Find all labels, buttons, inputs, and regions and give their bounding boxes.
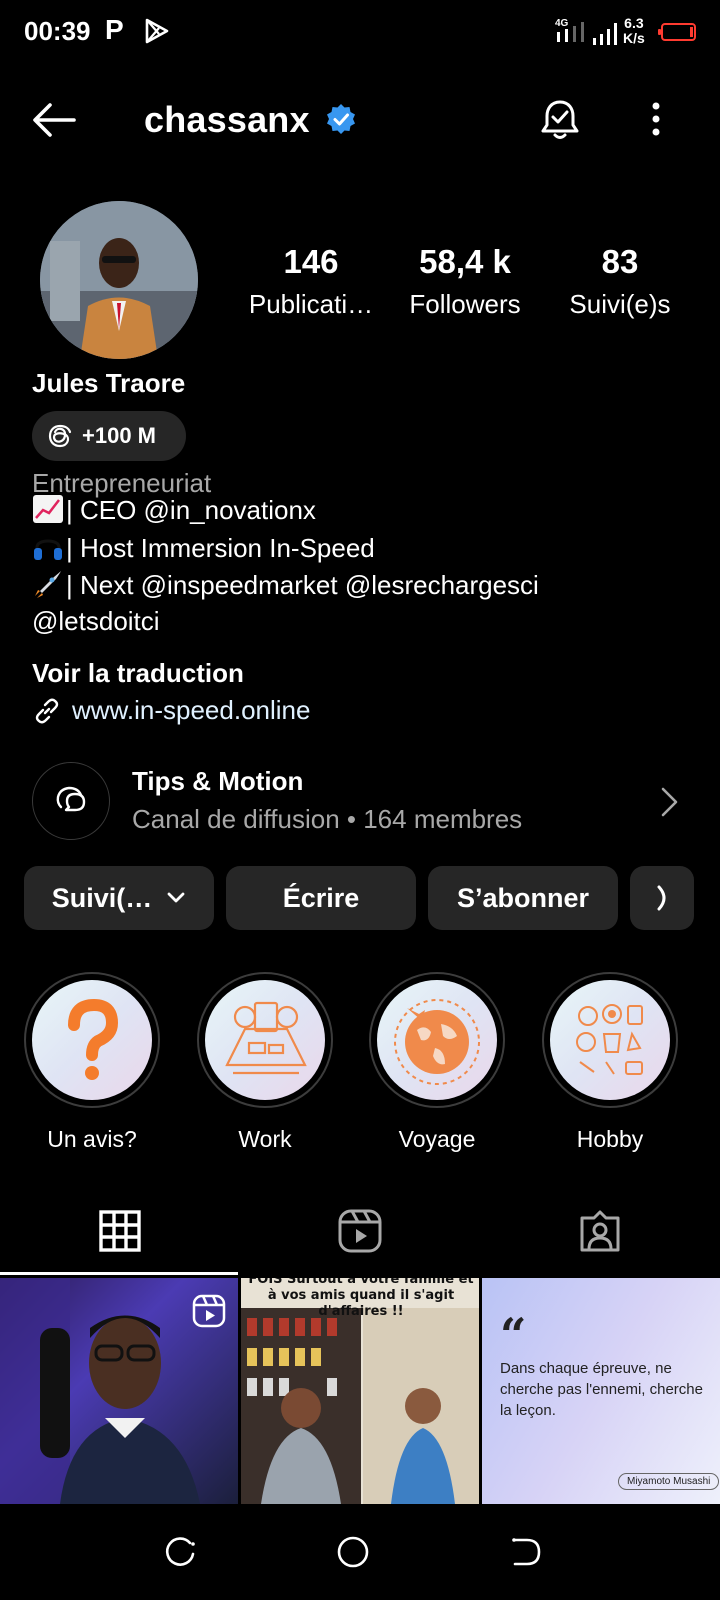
see-translation-link[interactable]: Voir la traduction bbox=[32, 658, 244, 689]
highlight-work[interactable]: Work bbox=[195, 972, 335, 1153]
profile-username: chassanx bbox=[144, 99, 310, 140]
message-button[interactable]: Écrire bbox=[226, 866, 416, 930]
profile-full-name: Jules Traore bbox=[32, 368, 186, 398]
threads-followers-text: +100 M bbox=[82, 423, 156, 448]
posts-count: 146 bbox=[283, 243, 339, 280]
signal-4g-icon: 4G bbox=[555, 18, 584, 42]
bio-line: | Next @inspeedmarket @lesrechargesci bbox=[32, 569, 539, 601]
reel-badge-icon bbox=[192, 1294, 226, 1328]
verified-badge-icon bbox=[327, 104, 355, 134]
stat-followers[interactable]: 58,4 k Followers bbox=[400, 243, 530, 320]
play-store-icon bbox=[145, 18, 169, 44]
reels-icon bbox=[338, 1209, 382, 1253]
status-bar: 00:39 P 4G 6.3 K/s bbox=[0, 0, 720, 66]
chevron-down-icon bbox=[167, 892, 185, 903]
following-dropdown-button[interactable]: Suivi(… bbox=[24, 866, 214, 930]
channel-subtitle: Canal de diffusion • 164 membres bbox=[132, 804, 523, 834]
highlight-label: Voyage bbox=[398, 1126, 476, 1152]
threads-badge[interactable]: +100 M bbox=[32, 411, 186, 461]
highlight-label: Un avis? bbox=[47, 1126, 137, 1152]
profile-website-link[interactable]: www.in-speed.online bbox=[32, 695, 310, 726]
parking-notification-icon: P bbox=[105, 14, 124, 45]
bio-line: | CEO @in_novationx bbox=[32, 494, 316, 526]
post-caption-overlay: FOIS Surtout à votre famille et à vos am… bbox=[248, 1278, 474, 1319]
stat-following[interactable]: 83 Suivi(e)s bbox=[555, 243, 685, 320]
highlight-un-avis[interactable]: Un avis? bbox=[22, 972, 162, 1153]
posts-label: Publicati… bbox=[248, 289, 374, 319]
question-mark-icon bbox=[68, 998, 119, 1080]
avatar-photo bbox=[40, 201, 198, 359]
bio-line: | Host Immersion In-Speed bbox=[32, 532, 375, 564]
highlight-label: Work bbox=[238, 1126, 292, 1152]
profile-tabs bbox=[0, 1188, 720, 1275]
recent-apps-icon[interactable] bbox=[163, 1534, 199, 1570]
battery-icon bbox=[658, 23, 696, 41]
active-tab-indicator bbox=[0, 1272, 238, 1275]
back-button-icon[interactable] bbox=[507, 1534, 543, 1570]
more-options-icon[interactable] bbox=[640, 100, 672, 140]
stat-posts[interactable]: 146 Publicati… bbox=[246, 243, 376, 320]
chart-emoji-icon bbox=[33, 495, 63, 523]
suggested-users-button[interactable] bbox=[630, 866, 694, 930]
post-thumbnail[interactable]: “ Dans chaque épreuve, ne cherche pas l'… bbox=[482, 1278, 720, 1504]
threads-icon bbox=[48, 424, 72, 448]
highlight-label: Hobby bbox=[576, 1126, 644, 1152]
profile-header: chassanx bbox=[0, 85, 720, 155]
following-label: Suivi(e)s bbox=[569, 289, 671, 319]
highlight-voyage[interactable]: Voyage bbox=[367, 972, 507, 1153]
add-person-icon bbox=[657, 885, 666, 911]
broadcast-channel-row[interactable]: Tips & Motion Canal de diffusion • 164 m… bbox=[32, 760, 692, 842]
quote-mark-icon: “ bbox=[500, 1308, 527, 1362]
hobbies-icon bbox=[576, 1004, 643, 1075]
back-arrow-icon[interactable] bbox=[30, 100, 78, 140]
profile-avatar[interactable] bbox=[40, 201, 198, 359]
network-speed: 6.3 K/s bbox=[623, 15, 645, 46]
globe-plane-icon bbox=[394, 999, 480, 1085]
headphones-emoji-icon bbox=[34, 539, 62, 560]
following-count: 83 bbox=[601, 243, 639, 280]
channel-title: Tips & Motion bbox=[132, 766, 304, 796]
meeting-icon bbox=[225, 1001, 307, 1075]
link-icon bbox=[35, 698, 59, 723]
tab-reels[interactable] bbox=[240, 1188, 480, 1274]
status-time: 00:39 bbox=[24, 16, 91, 46]
notification-bell-icon[interactable] bbox=[537, 97, 583, 143]
grid-icon bbox=[99, 1210, 141, 1252]
post-thumbnail[interactable]: FOIS Surtout à votre famille et à vos am… bbox=[241, 1278, 479, 1504]
signal-bars-icon bbox=[593, 23, 617, 45]
tab-tagged[interactable] bbox=[480, 1188, 720, 1274]
svg-text:4G: 4G bbox=[555, 18, 569, 29]
followers-count: 58,4 k bbox=[419, 243, 511, 280]
tagged-icon bbox=[580, 1210, 620, 1252]
website-url: www.in-speed.online bbox=[72, 695, 311, 725]
post-quote-text: Dans chaque épreuve, ne cherche pas l'en… bbox=[500, 1360, 703, 1419]
home-button-icon[interactable] bbox=[335, 1534, 371, 1570]
tab-posts-grid[interactable] bbox=[0, 1188, 240, 1274]
subscribe-button[interactable]: S’abonner bbox=[428, 866, 618, 930]
rocket-emoji-icon bbox=[35, 571, 61, 598]
post-quote-author: Miyamoto Musashi bbox=[618, 1473, 720, 1490]
post-thumbnail[interactable] bbox=[0, 1278, 238, 1504]
followers-label: Followers bbox=[409, 289, 521, 319]
chevron-right-icon bbox=[661, 787, 678, 817]
bio-line[interactable]: @letsdoitci bbox=[32, 606, 160, 637]
system-navigation-bar bbox=[0, 1504, 720, 1600]
highlight-hobby[interactable]: Hobby bbox=[540, 972, 680, 1153]
broadcast-channel-icon bbox=[32, 762, 110, 840]
